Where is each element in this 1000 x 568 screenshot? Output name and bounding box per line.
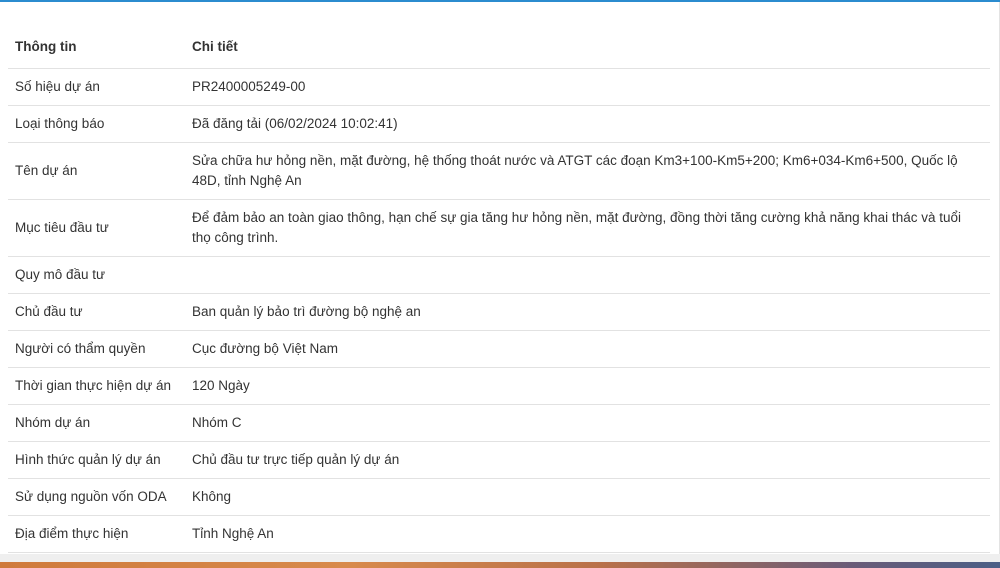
duration-value: 120 Ngày bbox=[183, 367, 990, 405]
table-row-investment-scale: Quy mô đầu tư bbox=[8, 256, 990, 294]
row-label: Thời gian thực hiện dự án bbox=[8, 367, 183, 405]
header-details: Chi tiết bbox=[183, 26, 990, 69]
table-row-project-name: Tên dự án Sửa chữa hư hỏng nền, mặt đườn… bbox=[8, 142, 990, 200]
row-label: Nhóm dự án bbox=[8, 404, 183, 442]
table-row-management-form: Hình thức quản lý dự án Chủ đầu tư trực … bbox=[8, 441, 990, 479]
row-label: Loại thông báo bbox=[8, 105, 183, 143]
project-info-table: Thông tin Chi tiết Số hiệu dự án PR24000… bbox=[8, 26, 990, 553]
table-row-investment-objective: Mục tiêu đầu tư Để đảm bảo an toàn giao … bbox=[8, 199, 990, 257]
row-label: Hình thức quản lý dự án bbox=[8, 441, 183, 479]
row-label: Sử dụng nguồn vốn ODA bbox=[8, 478, 183, 516]
investment-objective-value: Để đảm bảo an toàn giao thông, hạn chế s… bbox=[183, 199, 990, 257]
table-header-row: Thông tin Chi tiết bbox=[8, 26, 990, 69]
oda-value: Không bbox=[183, 478, 990, 516]
row-label: Số hiệu dự án bbox=[8, 68, 183, 106]
investment-scale-value bbox=[183, 256, 990, 294]
table-row-oda: Sử dụng nguồn vốn ODA Không bbox=[8, 478, 990, 516]
investor-link[interactable]: Ban quản lý bảo trì đường bộ nghệ an bbox=[183, 293, 990, 331]
header-info: Thông tin bbox=[8, 26, 183, 69]
project-info-panel: Thông tin Chi tiết Số hiệu dự án PR24000… bbox=[4, 2, 1000, 554]
table-row-investor: Chủ đầu tư Ban quản lý bảo trì đường bộ … bbox=[8, 293, 990, 331]
project-group-value: Nhóm C bbox=[183, 404, 990, 442]
project-name-value: Sửa chữa hư hỏng nền, mặt đường, hệ thốn… bbox=[183, 142, 990, 200]
table-row-authority: Người có thẩm quyền Cục đường bộ Việt Na… bbox=[8, 330, 990, 368]
table-row-project-code: Số hiệu dự án PR2400005249-00 bbox=[8, 68, 990, 106]
row-label: Tên dự án bbox=[8, 142, 183, 200]
row-label: Chủ đầu tư bbox=[8, 293, 183, 331]
management-form-value: Chủ đầu tư trực tiếp quản lý dự án bbox=[183, 441, 990, 479]
screen: Thông tin Chi tiết Số hiệu dự án PR24000… bbox=[0, 0, 1000, 568]
row-label: Mục tiêu đầu tư bbox=[8, 199, 183, 257]
taskbar-edge bbox=[0, 562, 1000, 568]
table-row-location: Địa điểm thực hiện Tỉnh Nghệ An bbox=[8, 515, 990, 553]
table-row-project-group: Nhóm dự án Nhóm C bbox=[8, 404, 990, 442]
authority-value: Cục đường bộ Việt Nam bbox=[183, 330, 990, 368]
table-row-duration: Thời gian thực hiện dự án 120 Ngày bbox=[8, 367, 990, 405]
row-label: Người có thẩm quyền bbox=[8, 330, 183, 368]
table-row-notice-type: Loại thông báo Đã đăng tải (06/02/2024 1… bbox=[8, 105, 990, 143]
row-label: Quy mô đầu tư bbox=[8, 256, 183, 294]
notice-type-value: Đã đăng tải (06/02/2024 10:02:41) bbox=[183, 105, 990, 143]
location-value: Tỉnh Nghệ An bbox=[183, 515, 990, 553]
project-code-value: PR2400005249-00 bbox=[183, 68, 990, 106]
row-label: Địa điểm thực hiện bbox=[8, 515, 183, 553]
